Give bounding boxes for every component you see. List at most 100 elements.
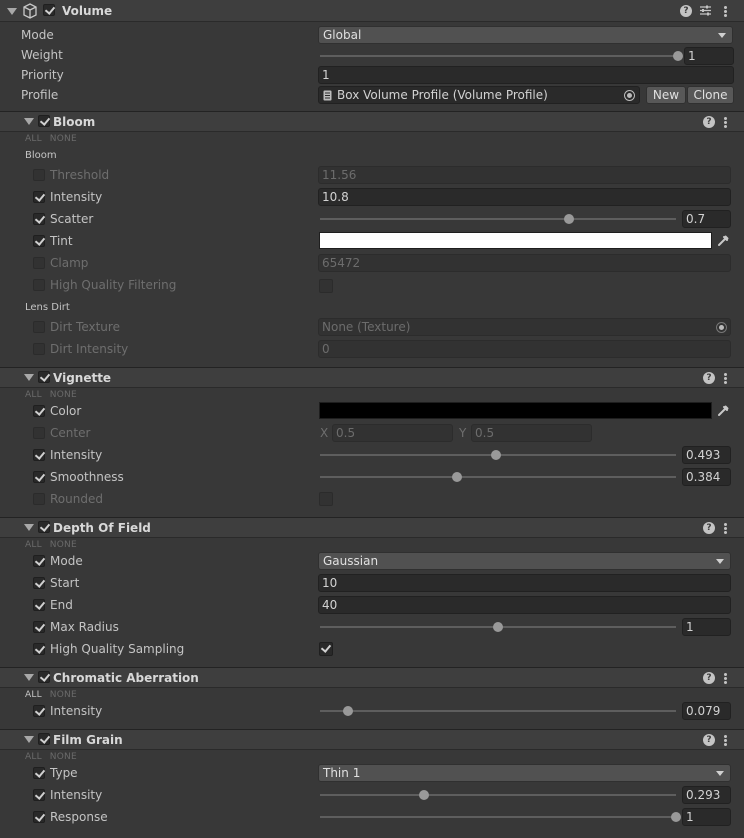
rounded-checkbox[interactable] (319, 492, 333, 506)
chroma-active-checkbox[interactable] (38, 671, 50, 683)
help-icon[interactable]: ? (680, 5, 692, 17)
smoothness-slider-handle[interactable] (451, 472, 462, 482)
scatter-slider-track[interactable] (320, 218, 676, 220)
chroma-intensity-value-field[interactable]: 0.079 (682, 702, 731, 720)
help-icon[interactable]: ? (703, 734, 715, 746)
dof-mode-dropdown[interactable]: Gaussian (318, 552, 731, 570)
grain-type-dropdown[interactable]: Thin 1 (318, 764, 731, 782)
vignette-override-header[interactable]: Vignette ? (0, 367, 744, 388)
vignette-color-override-checkbox[interactable] (33, 405, 45, 417)
clamp-override-checkbox[interactable] (33, 257, 45, 269)
center-x-field[interactable]: 0.5 (332, 424, 453, 442)
clamp-field[interactable]: 65472 (318, 254, 731, 272)
all-toggle[interactable]: ALL (25, 134, 42, 144)
component-menu-icon[interactable] (724, 6, 727, 17)
profile-object-field[interactable]: Box Volume Profile (Volume Profile) (318, 86, 640, 104)
dirt-texture-override-checkbox[interactable] (33, 321, 45, 333)
clone-profile-button[interactable]: Clone (687, 86, 734, 104)
bloom-active-checkbox[interactable] (38, 115, 50, 127)
dof-override-header[interactable]: Depth Of Field ? (0, 517, 744, 538)
grain-intensity-value-field[interactable]: 0.293 (682, 786, 731, 804)
all-toggle[interactable]: ALL (25, 540, 42, 550)
collapse-arrow-icon[interactable] (24, 674, 34, 681)
object-picker-icon[interactable] (716, 322, 727, 333)
smoothness-slider-track[interactable] (320, 476, 676, 478)
eyedropper-icon[interactable] (716, 404, 730, 418)
override-menu-icon[interactable] (724, 673, 727, 684)
chroma-intensity-override-checkbox[interactable] (33, 705, 45, 717)
hq-filtering-override-checkbox[interactable] (33, 279, 45, 291)
vignette-active-checkbox[interactable] (38, 371, 50, 383)
dirt-texture-field[interactable]: None (Texture) (318, 318, 731, 336)
dirt-intensity-override-checkbox[interactable] (33, 343, 45, 355)
help-icon[interactable]: ? (703, 372, 715, 384)
max-radius-slider-handle[interactable] (493, 622, 503, 632)
priority-field[interactable]: 1 (318, 66, 734, 84)
collapse-arrow-icon[interactable] (24, 736, 34, 743)
vignette-intensity-value-field[interactable]: 0.493 (682, 446, 731, 464)
dof-start-field[interactable]: 10 (318, 574, 731, 592)
collapse-arrow-icon[interactable] (7, 8, 17, 15)
dof-end-override-checkbox[interactable] (33, 599, 45, 611)
scatter-override-checkbox[interactable] (33, 213, 45, 225)
grain-intensity-override-checkbox[interactable] (33, 789, 45, 801)
smoothness-value-field[interactable]: 0.384 (682, 468, 731, 486)
center-override-checkbox[interactable] (33, 427, 45, 439)
volume-component-header[interactable]: Volume ? (0, 0, 744, 22)
collapse-arrow-icon[interactable] (24, 118, 34, 125)
chroma-intensity-slider-track[interactable] (320, 710, 676, 712)
max-radius-value-field[interactable]: 1 (682, 618, 731, 636)
override-menu-icon[interactable] (724, 117, 727, 128)
help-icon[interactable]: ? (703, 672, 715, 684)
hq-filtering-checkbox[interactable] (319, 279, 333, 293)
chroma-override-header[interactable]: Chromatic Aberration ? (0, 667, 744, 688)
override-menu-icon[interactable] (724, 735, 727, 746)
response-slider-handle[interactable] (671, 812, 681, 822)
hq-sampling-checkbox[interactable] (319, 642, 333, 656)
grain-intensity-slider-handle[interactable] (419, 790, 430, 800)
dof-end-field[interactable]: 40 (318, 596, 731, 614)
new-profile-button[interactable]: New (646, 86, 686, 104)
response-override-checkbox[interactable] (33, 811, 45, 823)
rounded-override-checkbox[interactable] (33, 493, 45, 505)
none-toggle[interactable]: NONE (50, 690, 77, 700)
none-toggle[interactable]: NONE (50, 390, 77, 400)
vignette-color-swatch[interactable] (319, 402, 712, 419)
threshold-override-checkbox[interactable] (33, 169, 45, 181)
weight-value-field[interactable]: 1 (684, 47, 734, 65)
vignette-intensity-slider-handle[interactable] (490, 450, 501, 460)
all-toggle[interactable]: ALL (25, 390, 42, 400)
none-toggle[interactable]: NONE (50, 540, 77, 550)
preset-settings-icon[interactable] (699, 4, 712, 17)
none-toggle[interactable]: NONE (50, 752, 77, 762)
chroma-intensity-slider-handle[interactable] (343, 706, 354, 716)
dof-active-checkbox[interactable] (38, 521, 50, 533)
mode-dropdown[interactable]: Global (318, 26, 733, 44)
eyedropper-icon[interactable] (716, 234, 730, 248)
weight-slider-handle[interactable] (673, 51, 683, 61)
vignette-intensity-override-checkbox[interactable] (33, 449, 45, 461)
all-toggle[interactable]: ALL (25, 690, 42, 700)
help-icon[interactable]: ? (703, 116, 715, 128)
help-icon[interactable]: ? (703, 522, 715, 534)
dof-start-override-checkbox[interactable] (33, 577, 45, 589)
max-radius-override-checkbox[interactable] (33, 621, 45, 633)
tint-override-checkbox[interactable] (33, 235, 45, 247)
override-menu-icon[interactable] (724, 373, 727, 384)
threshold-field[interactable]: 11.56 (318, 166, 731, 184)
scatter-slider-handle[interactable] (564, 214, 575, 224)
dof-mode-override-checkbox[interactable] (33, 555, 45, 567)
grain-intensity-slider-track[interactable] (320, 794, 676, 796)
bloom-intensity-override-checkbox[interactable] (33, 191, 45, 203)
collapse-arrow-icon[interactable] (24, 374, 34, 381)
smoothness-override-checkbox[interactable] (33, 471, 45, 483)
bloom-intensity-field[interactable]: 10.8 (318, 188, 731, 206)
all-toggle[interactable]: ALL (25, 752, 42, 762)
volume-enabled-checkbox[interactable] (43, 4, 55, 16)
bloom-override-header[interactable]: Bloom ? (0, 111, 744, 132)
weight-slider-track[interactable] (320, 55, 678, 57)
center-y-field[interactable]: 0.5 (471, 424, 592, 442)
response-slider-track[interactable] (320, 816, 676, 818)
dirt-intensity-field[interactable]: 0 (318, 340, 731, 358)
grain-override-header[interactable]: Film Grain ? (0, 729, 744, 750)
